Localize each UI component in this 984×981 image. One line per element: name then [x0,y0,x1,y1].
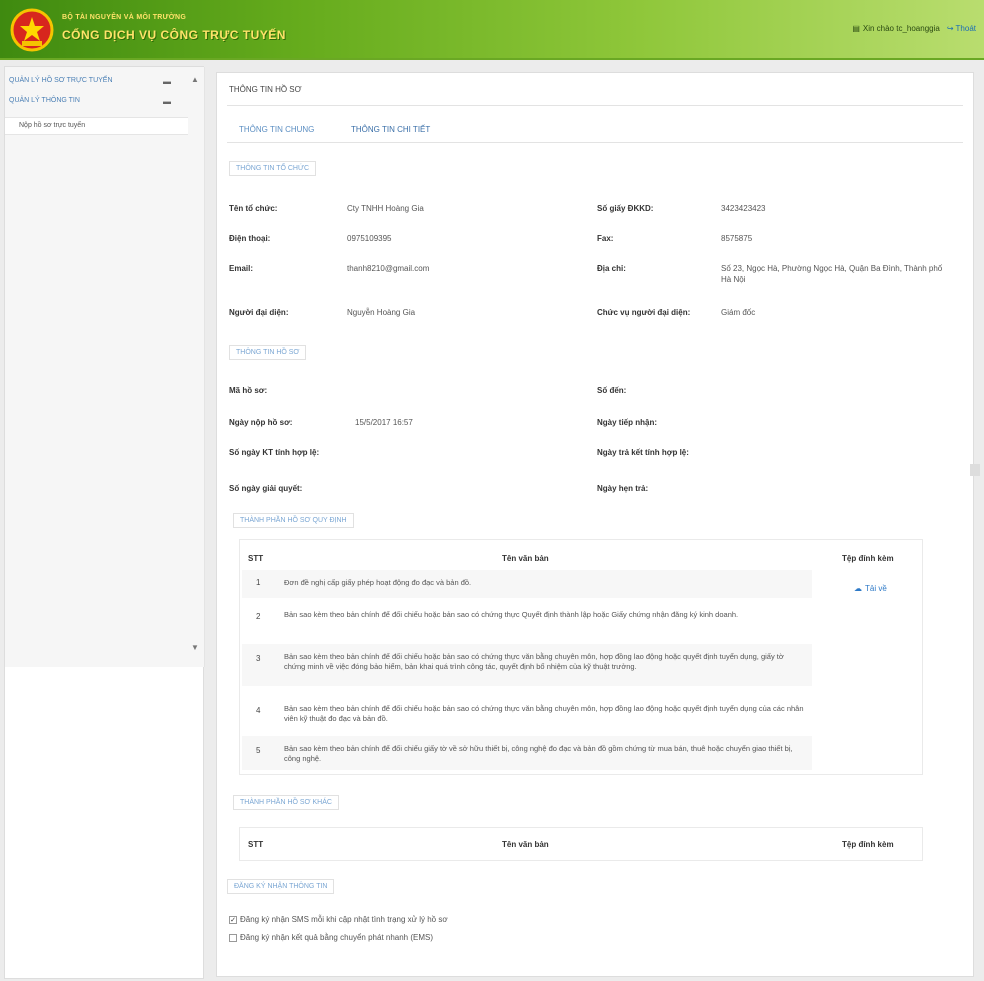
col-doc-name: Tên văn bản [502,554,549,563]
divider [227,105,963,106]
org-name-label: Tên tổ chức: [229,204,278,213]
section-required-docs: THÀNH PHẦN HỒ SƠ QUY ĐỊNH [233,513,354,528]
national-emblem-icon [10,8,54,52]
other-docs-table: STT Tên văn bản Tệp đính kèm [239,827,923,861]
required-docs-table: STT Tên văn bản Tệp đính kèm 1 Đơn đề ng… [239,539,923,775]
sidebar-item-online-files[interactable]: QUẢN LÝ HỒ SƠ TRỰC TUYẾN [9,77,113,84]
phone-label: Điện thoại: [229,234,271,243]
download-link[interactable]: ☁ Tải về [854,584,887,593]
sidebar: QUẢN LÝ HỒ SƠ TRỰC TUYẾN ▬ QUẢN LÝ THÔNG… [4,66,205,979]
collapse-icon[interactable]: ▬ [163,97,171,106]
scroll-up-icon[interactable]: ▲ [191,75,199,84]
fax-value: 8575875 [721,234,753,243]
tab-bar: THÔNG TIN CHUNG THÔNG TIN CHI TIẾT [227,117,963,143]
fax-label: Fax: [597,234,614,243]
col-attachment: Tệp đính kèm [842,554,894,563]
business-reg-label: Số giấy ĐKKD: [597,204,654,213]
appointment-date-label: Ngày hẹn trả: [597,484,649,493]
row-doc-name: Bản sao kèm theo bản chính để đối chiếu … [284,610,739,619]
section-file-info: THÔNG TIN HỒ SƠ [229,345,307,360]
submit-date-value: 15/5/2017 16:57 [355,418,413,427]
scroll-down-icon[interactable]: ▼ [191,643,199,652]
representative-value: Nguyễn Hoàng Gia [347,308,416,317]
section-org-info: THÔNG TIN TỔ CHỨC [229,161,316,176]
cloud-download-icon: ☁ [854,584,862,593]
greeting-text: Xin chào tc_hoanggia [862,24,940,33]
row-doc-name: Bản sao kèm theo bản chính để đối chiếu … [284,704,804,723]
app-header: BỘ TÀI NGUYÊN VÀ MÔI TRƯỜNG CỔNG DỊCH VỤ… [0,0,984,60]
user-area: ▤ Xin chào tc_hoanggia ↪ Thoát [852,24,976,33]
sidebar-subitem-submit-online[interactable]: Nộp hồ sơ trực tuyến [5,117,188,135]
position-label: Chức vụ người đại diện: [597,308,691,317]
address-value: Số 23, Ngọc Hà, Phường Ngọc Hà, Quận Ba … [721,264,943,284]
phone-value: 0975109395 [347,234,392,243]
representative-label: Người đại diện: [229,308,289,317]
receive-date-label: Ngày tiếp nhận: [597,418,658,427]
checkbox-icon [229,933,237,942]
tab-general-info[interactable]: THÔNG TIN CHUNG [239,125,314,134]
collapse-icon[interactable]: ▬ [163,77,171,86]
row-doc-name: Bản sao kèm theo bản chính để đối chiếu … [284,744,793,763]
col-stt: STT [248,840,264,849]
row-doc-name: Bản sao kèm theo bản chính để đối chiếu … [284,652,784,671]
row-stt: 1 [256,578,261,587]
address-label: Địa chỉ: [597,264,626,273]
page-scrollbar[interactable] [970,464,980,476]
sidebar-item-info-management[interactable]: QUẢN LÝ THÔNG TIN [9,97,80,104]
logout-icon: ↪ [946,24,954,33]
submit-date-label: Ngày nộp hồ sơ: [229,418,293,427]
ministry-name: BỘ TÀI NGUYÊN VÀ MÔI TRƯỜNG [62,14,187,21]
email-value: thanh8210@gmail.com [347,264,430,273]
main-panel: THÔNG TIN HỒ SƠ THÔNG TIN CHUNG THÔNG TI… [216,72,974,977]
col-attachment: Tệp đính kèm [842,840,894,849]
section-other-docs: THÀNH PHẦN HỒ SƠ KHÁC [233,795,339,810]
sidebar-menu: QUẢN LÝ HỒ SƠ TRỰC TUYẾN ▬ QUẢN LÝ THÔNG… [5,67,205,667]
position-value: Giám đốc [721,308,756,317]
processing-days-label: Số ngày giải quyết: [229,484,303,493]
org-name-value: Cty TNHH Hoàng Gia [347,204,424,213]
row-stt: 4 [256,706,261,715]
row-stt: 3 [256,654,261,663]
validity-return-label: Ngày trả kết tính hợp lệ: [597,448,689,457]
row-stt: 5 [256,746,261,755]
row-stt: 2 [256,612,261,621]
arrival-number-label: Số đến: [597,386,627,395]
business-reg-value: 3423423423 [721,204,766,213]
user-card-icon: ▤ [852,24,860,33]
tab-detail-info[interactable]: THÔNG TIN CHI TIẾT [351,125,430,134]
logout-link[interactable]: ↪ Thoát [947,24,976,33]
sms-checkbox[interactable]: ✓ Đăng ký nhận SMS mỗi khi cập nhật tình… [229,915,448,924]
col-doc-name: Tên văn bản [502,840,549,849]
checkbox-checked-icon: ✓ [229,915,237,924]
validity-days-label: Số ngày KT tính hợp lệ: [229,448,320,457]
col-stt: STT [248,554,264,563]
row-doc-name: Đơn đề nghị cấp giấy phép hoạt động đo đ… [284,578,472,587]
email-label: Email: [229,264,254,273]
page-title: THÔNG TIN HỒ SƠ [229,85,302,94]
ems-checkbox[interactable]: Đăng ký nhận kết quả bằng chuyển phát nh… [229,933,433,942]
section-register-info: ĐĂNG KÝ NHẬN THÔNG TIN [227,879,335,894]
file-code-label: Mã hồ sơ: [229,386,268,395]
portal-name: CỔNG DỊCH VỤ CÔNG TRỰC TUYẾN [62,28,286,42]
